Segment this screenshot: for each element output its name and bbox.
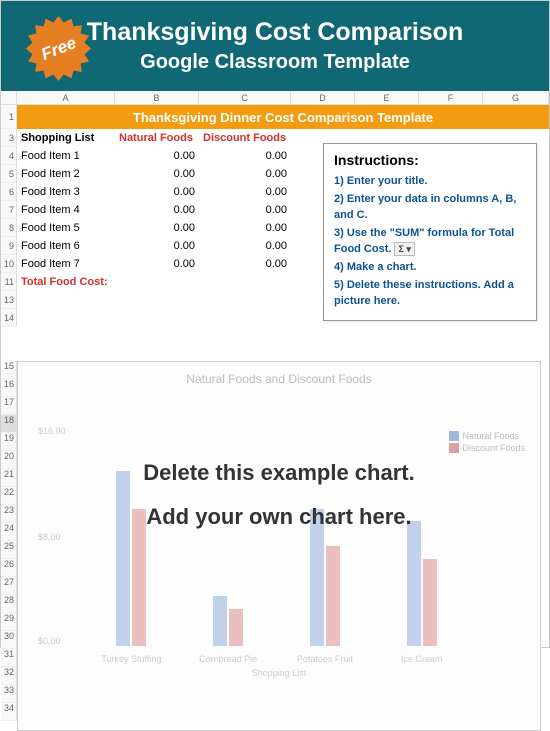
natural-price[interactable]: 0.00 — [115, 147, 199, 165]
row-num[interactable]: 13 — [1, 291, 17, 309]
head-a[interactable]: Shopping List — [17, 129, 115, 147]
sheet-title[interactable]: Thanksgiving Dinner Cost Comparison Temp… — [17, 105, 549, 129]
header-title: Thanksgiving Cost Comparison — [87, 18, 463, 47]
col-a[interactable]: A — [17, 91, 115, 104]
item-name[interactable]: Food Item 3 — [17, 183, 115, 201]
col-f[interactable]: F — [419, 91, 483, 104]
instruction-step: 5) Delete these instructions. Add a pict… — [334, 278, 526, 309]
row-nums-chart: 1516171819202122232425262728293031323334 — [1, 361, 17, 721]
bar-label: Turkey Stuffing — [91, 654, 171, 664]
discount-price[interactable]: 0.00 — [199, 201, 291, 219]
bar-label: Ice Cream — [382, 654, 462, 664]
row-num[interactable]: 26 — [1, 559, 17, 577]
row-num[interactable]: 33 — [1, 685, 17, 703]
x-label: Shopping List — [38, 668, 520, 678]
col-e[interactable]: E — [355, 91, 419, 104]
row-num[interactable]: 7 — [1, 201, 17, 219]
col-g[interactable]: G — [483, 91, 549, 104]
item-name[interactable]: Food Item 4 — [17, 201, 115, 219]
instructions-title: Instructions: — [334, 152, 526, 168]
natural-price[interactable]: 0.00 — [115, 201, 199, 219]
bar-natural — [213, 596, 227, 646]
item-name[interactable]: Food Item 2 — [17, 165, 115, 183]
row-num[interactable]: 5 — [1, 165, 17, 183]
corner-cell — [1, 91, 17, 104]
discount-price[interactable]: 0.00 — [199, 255, 291, 273]
row-num[interactable]: 14 — [1, 309, 17, 327]
instruction-step: 2) Enter your data in columns A, B, and … — [334, 192, 526, 223]
cell[interactable] — [199, 273, 291, 291]
bar-discount — [229, 609, 243, 647]
row-num[interactable]: 34 — [1, 703, 17, 721]
instructions-box: Instructions: 1) Enter your title. 2) En… — [323, 143, 537, 321]
row-num[interactable]: 21 — [1, 469, 17, 487]
row-num[interactable]: 4 — [1, 147, 17, 165]
chart-title: Natural Foods and Discount Foods — [18, 362, 540, 396]
row-num[interactable]: 28 — [1, 595, 17, 613]
col-b[interactable]: B — [115, 91, 199, 104]
row-num[interactable]: 23 — [1, 505, 17, 523]
natural-price[interactable]: 0.00 — [115, 237, 199, 255]
row-num[interactable]: 18 — [1, 415, 17, 433]
row-num[interactable]: 29 — [1, 613, 17, 631]
item-name[interactable]: Food Item 1 — [17, 147, 115, 165]
item-name[interactable]: Food Item 6 — [17, 237, 115, 255]
row-num[interactable]: 11 — [1, 273, 17, 291]
row-num[interactable]: 25 — [1, 541, 17, 559]
row-num[interactable]: 19 — [1, 433, 17, 451]
row-num[interactable]: 6 — [1, 183, 17, 201]
row-num[interactable]: 30 — [1, 631, 17, 649]
row-num[interactable]: 15 — [1, 361, 17, 379]
bar-label: Cornbread Pie — [188, 654, 268, 664]
discount-price[interactable]: 0.00 — [199, 147, 291, 165]
bar-discount — [326, 546, 340, 646]
total-label[interactable]: Total Food Cost: — [17, 273, 115, 291]
sigma-icon: Σ ▾ — [394, 242, 414, 257]
title-row: 1 Thanksgiving Dinner Cost Comparison Te… — [1, 105, 549, 129]
col-c[interactable]: C — [199, 91, 291, 104]
row-num[interactable]: 24 — [1, 523, 17, 541]
instruction-step: 3) Use the "SUM" formula for Total Food … — [334, 226, 526, 257]
row-num[interactable]: 20 — [1, 451, 17, 469]
overlay-line: Add your own chart here. — [18, 504, 540, 530]
instruction-step: 4) Make a chart. — [334, 260, 526, 275]
row-num[interactable]: 16 — [1, 379, 17, 397]
row-num[interactable]: 3 — [1, 129, 17, 147]
bar-group: Cornbread Pie — [203, 596, 253, 646]
row-num[interactable]: 10 — [1, 255, 17, 273]
discount-price[interactable]: 0.00 — [199, 237, 291, 255]
col-d[interactable]: D — [291, 91, 355, 104]
row-num[interactable]: 32 — [1, 667, 17, 685]
discount-price[interactable]: 0.00 — [199, 165, 291, 183]
bar-label: Potatoes Fruit — [285, 654, 365, 664]
natural-price[interactable]: 0.00 — [115, 219, 199, 237]
cell[interactable] — [115, 273, 199, 291]
header-subtitle: Google Classroom Template — [140, 51, 410, 74]
discount-price[interactable]: 0.00 — [199, 183, 291, 201]
instruction-step: 1) Enter your title. — [334, 174, 526, 189]
header-banner: Free Thanksgiving Cost Comparison Google… — [1, 1, 549, 91]
spreadsheet: A B C D E F G 1 Thanksgiving Dinner Cost… — [1, 91, 549, 327]
row-num[interactable]: 9 — [1, 237, 17, 255]
discount-price[interactable]: 0.00 — [199, 219, 291, 237]
row-num[interactable]: 8 — [1, 219, 17, 237]
overlay-line: Delete this example chart. — [18, 460, 540, 486]
item-name[interactable]: Food Item 7 — [17, 255, 115, 273]
free-badge: Free — [26, 16, 91, 81]
row-num[interactable]: 17 — [1, 397, 17, 415]
item-name[interactable]: Food Item 5 — [17, 219, 115, 237]
row-num[interactable]: 22 — [1, 487, 17, 505]
row-num[interactable]: 31 — [1, 649, 17, 667]
chart-overlay: Delete this example chart. Add your own … — [18, 442, 540, 548]
row-num[interactable]: 27 — [1, 577, 17, 595]
natural-price[interactable]: 0.00 — [115, 255, 199, 273]
head-b[interactable]: Natural Foods — [115, 129, 199, 147]
column-headers: A B C D E F G — [1, 91, 549, 105]
natural-price[interactable]: 0.00 — [115, 165, 199, 183]
head-c[interactable]: Discount Foods — [199, 129, 291, 147]
bar-discount — [423, 559, 437, 647]
example-chart[interactable]: Natural Foods and Discount Foods Natural… — [17, 361, 541, 731]
natural-price[interactable]: 0.00 — [115, 183, 199, 201]
row-num[interactable]: 1 — [1, 105, 17, 129]
